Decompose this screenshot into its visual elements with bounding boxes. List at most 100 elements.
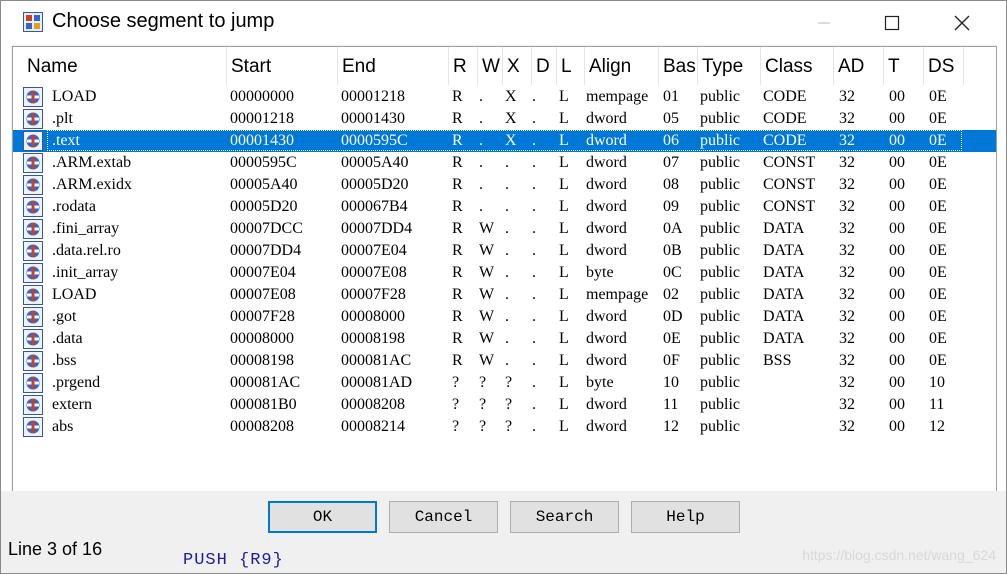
segment-row[interactable]: .data 00008000 00008198 R W.. Ldword 0E public D… — [13, 328, 996, 350]
segment-row[interactable]: .data.rel.ro 00007DD4 00007E04 R W.. Ldword 0B… — [13, 240, 996, 262]
cell-x: X — [505, 132, 517, 149]
cell-base: 08 — [663, 176, 679, 193]
cell-start: 00008208 — [230, 418, 294, 435]
cell-ad: 32 — [839, 330, 855, 347]
segment-row[interactable]: .fini_array 00007DCC 00007DD4 R W.. Ldword 0A p… — [13, 218, 996, 240]
cell-t: 00 — [889, 286, 905, 303]
segment-list[interactable]: Name Start End R W X D L Align Bas Type Class AD T DS … — [12, 46, 997, 492]
cell-ds: 0E — [929, 220, 947, 237]
cell-x: . — [505, 330, 509, 347]
cell-type: public — [700, 110, 740, 127]
cell-class: DATA — [763, 286, 805, 303]
cell-x: . — [505, 264, 509, 281]
column-header-end[interactable]: End — [338, 47, 449, 85]
column-header-t[interactable]: T — [884, 47, 924, 85]
cell-l: L — [559, 176, 569, 193]
segment-icon — [23, 373, 43, 393]
segment-row[interactable]: extern 000081B0 00008208???. Ldword 11 public… — [13, 394, 996, 416]
cell-l: L — [559, 352, 569, 369]
cell-end: 00008198 — [341, 330, 405, 347]
cell-ds: 0E — [929, 88, 947, 105]
segment-icon — [23, 351, 43, 371]
segment-row[interactable]: LOAD 00000000 00001218 R. X. Lmempage 01 public… — [13, 86, 996, 108]
help-button[interactable]: Help — [631, 501, 740, 533]
cell-base: 0E — [663, 330, 681, 347]
segment-row[interactable]: LOAD 00007E08 00007F28 R W.. Lmempage 02 public… — [13, 284, 996, 306]
column-header-name[interactable]: Name — [23, 47, 227, 85]
cell-t: 00 — [889, 242, 905, 259]
segment-icon — [23, 153, 43, 173]
list-header: Name Start End R W X D L Align Bas Type Class AD T DS — [13, 47, 996, 85]
cell-r: R — [452, 132, 463, 149]
column-header-align[interactable]: Align — [585, 47, 659, 85]
cell-r: R — [452, 330, 463, 347]
minimize-icon — [818, 22, 830, 24]
cell-d: . — [532, 396, 536, 413]
segment-row[interactable]: .init_array 00007E04 00007E08 R W.. Lbyte 0C pu… — [13, 262, 996, 284]
cell-align: dword — [586, 418, 627, 435]
search-button[interactable]: Search — [510, 501, 619, 533]
column-header-x[interactable]: X — [503, 47, 532, 85]
column-header-r[interactable]: R — [449, 47, 478, 85]
cell-w: ? — [479, 396, 487, 413]
cell-x: . — [505, 154, 509, 171]
cell-name: .ARM.exidx — [52, 176, 132, 193]
segment-row[interactable]: .plt 00001218 00001430 R. X. Ldword 05 public CO… — [13, 108, 996, 130]
cell-end: 00001218 — [341, 88, 405, 105]
cell-class: CODE — [763, 132, 807, 149]
cell-r: R — [452, 110, 463, 127]
column-header-l[interactable]: L — [557, 47, 585, 85]
cell-start: 00005D20 — [230, 198, 298, 215]
cell-start: 00008198 — [230, 352, 294, 369]
cell-class: DATA — [763, 330, 805, 347]
segment-row[interactable]: .rodata 00005D20 000067B4 R... Ldword 09 publi… — [13, 196, 996, 218]
segment-icon — [23, 197, 43, 217]
column-header-type[interactable]: Type — [698, 47, 761, 85]
segment-row[interactable]: .got 00007F28 00008000 R W.. Ldword 0D public DA… — [13, 306, 996, 328]
segment-icon — [23, 263, 43, 283]
cell-w: W — [479, 330, 495, 347]
close-button[interactable] — [927, 1, 997, 45]
segment-row[interactable]: .text 00001430 0000595C R. X. Ldword 06 public C… — [13, 130, 996, 152]
cell-base: 02 — [663, 286, 679, 303]
cell-x: . — [505, 242, 509, 259]
cell-d: . — [532, 286, 536, 303]
column-header-ds[interactable]: DS — [924, 47, 964, 85]
ok-button[interactable]: OK — [268, 501, 377, 533]
dialog-content: Name Start End R W X D L Align Bas Type Class AD T DS … — [11, 45, 997, 492]
cell-end: 00007DD4 — [341, 220, 413, 237]
column-header-w[interactable]: W — [478, 47, 503, 85]
column-header-start[interactable]: Start — [227, 47, 338, 85]
cell-r: ? — [452, 396, 460, 413]
cell-type: public — [700, 88, 740, 105]
segment-row[interactable]: abs 00008208 00008214???. Ldword 12 public 32 0… — [13, 416, 996, 438]
cell-w: W — [479, 264, 495, 281]
segment-row[interactable]: .ARM.extab 0000595C 00005A40 R... Ldword 07 pu… — [13, 152, 996, 174]
cell-t: 00 — [889, 352, 905, 369]
cell-end: 00007E08 — [341, 264, 407, 281]
cancel-button[interactable]: Cancel — [389, 501, 498, 533]
cell-w: . — [479, 154, 483, 171]
cell-x: . — [505, 220, 509, 237]
cell-t: 00 — [889, 308, 905, 325]
segment-row[interactable]: .bss 00008198 000081AC R W.. Ldword 0F public BS… — [13, 350, 996, 372]
cell-l: L — [559, 264, 569, 281]
cell-w: . — [479, 110, 483, 127]
column-header-bas[interactable]: Bas — [659, 47, 698, 85]
segment-row[interactable]: .ARM.exidx 00005A40 00005D20 R... Ldword 08 pu… — [13, 174, 996, 196]
minimize-button[interactable] — [789, 1, 859, 45]
column-header-ad[interactable]: AD — [834, 47, 884, 85]
cell-start: 00005A40 — [230, 176, 298, 193]
column-header-class[interactable]: Class — [761, 47, 834, 85]
cell-ds: 0E — [929, 286, 947, 303]
maximize-button[interactable] — [857, 1, 927, 45]
cell-base: 11 — [663, 396, 679, 413]
title-bar[interactable]: Choose segment to jump — [1, 1, 1006, 45]
cell-align: byte — [586, 264, 614, 281]
cell-x: ? — [505, 374, 513, 391]
cell-ds: 0E — [929, 308, 947, 325]
segment-row[interactable]: .prgend 000081AC 000081AD???. Lbyte 10 public… — [13, 372, 996, 394]
cell-ad: 32 — [839, 418, 855, 435]
column-header-d[interactable]: D — [532, 47, 557, 85]
cell-class: CODE — [763, 88, 807, 105]
